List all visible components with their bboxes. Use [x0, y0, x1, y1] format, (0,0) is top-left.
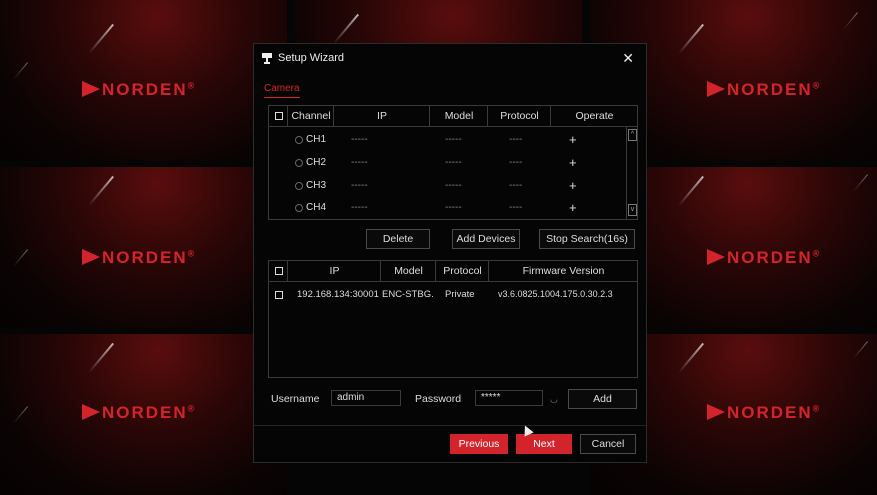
- channel-name: CH1: [306, 134, 327, 145]
- table-row[interactable]: 192.168.134:30001 ENC-STBG. Private v3.6…: [269, 283, 637, 306]
- dialog-titlebar: Setup Wizard ✕: [254, 44, 646, 72]
- brand-triangle-icon: [707, 249, 725, 265]
- username-input[interactable]: [331, 390, 401, 406]
- cancel-button[interactable]: Cancel: [580, 434, 636, 454]
- password-label: Password: [415, 393, 462, 405]
- channel-table: Channel IP Model Protocol Operate CH1 --…: [268, 105, 638, 220]
- channel-ip: -----: [351, 157, 368, 168]
- stop-search-button[interactable]: Stop Search(16s): [539, 229, 635, 249]
- channel-model: -----: [445, 134, 462, 145]
- device-table-header: IP Model Protocol Firmware Version: [269, 261, 637, 282]
- add-channel-button[interactable]: +: [569, 128, 577, 151]
- channel-radio[interactable]: [295, 182, 303, 190]
- brand-triangle-icon: [707, 81, 725, 97]
- select-all-devices-checkbox[interactable]: [275, 267, 283, 275]
- device-firmware: v3.6.0825.1004.175.0.30.2.3: [498, 289, 613, 299]
- column-header: Model: [429, 106, 488, 126]
- scrollbar[interactable]: ^ v: [626, 126, 637, 219]
- channel-protocol: ----: [509, 180, 523, 191]
- table-row[interactable]: CH3 ----- ----- ---- +: [269, 174, 625, 197]
- brand-triangle-icon: [707, 404, 725, 420]
- add-channel-button[interactable]: +: [569, 151, 577, 174]
- channel-protocol: ----: [509, 134, 523, 145]
- column-header: Model: [380, 261, 436, 281]
- add-button[interactable]: Add: [568, 389, 637, 409]
- channel-model: -----: [445, 202, 462, 213]
- add-devices-button[interactable]: Add Devices: [452, 229, 520, 249]
- brand-logo: NORDEN®: [707, 403, 821, 423]
- channel-radio[interactable]: [295, 204, 303, 212]
- column-header: IP: [333, 106, 430, 126]
- brand-triangle-icon: [82, 404, 100, 420]
- brand-logo: NORDEN®: [82, 248, 196, 268]
- add-channel-button[interactable]: +: [569, 174, 577, 197]
- channel-name: CH3: [306, 180, 327, 191]
- delete-button[interactable]: Delete: [366, 229, 430, 249]
- table-row[interactable]: CH1 ----- ----- ---- +: [269, 128, 625, 151]
- select-all-channels-checkbox[interactable]: [275, 112, 283, 120]
- channel-model: -----: [445, 157, 462, 168]
- column-header: Protocol: [487, 106, 551, 126]
- device-checkbox[interactable]: [275, 291, 283, 299]
- column-header: Operate: [550, 106, 638, 126]
- channel-table-header: Channel IP Model Protocol Operate: [269, 106, 637, 127]
- setup-wizard-dialog: Setup Wizard ✕ Camera Channel IP Model P…: [253, 43, 647, 463]
- add-channel-button[interactable]: +: [569, 196, 577, 219]
- scroll-up-icon[interactable]: ^: [628, 129, 637, 141]
- device-table: IP Model Protocol Firmware Version 192.1…: [268, 260, 638, 378]
- next-button[interactable]: Next: [516, 434, 572, 454]
- channel-ip: -----: [351, 134, 368, 145]
- dialog-title: Setup Wizard: [278, 52, 345, 64]
- column-header: Firmware Version: [488, 261, 638, 281]
- device-ip: 192.168.134:30001: [297, 289, 379, 300]
- channel-protocol: ----: [509, 157, 523, 168]
- brand-logo: NORDEN®: [82, 80, 196, 100]
- device-model: ENC-STBG.: [382, 289, 434, 300]
- username-label: Username: [271, 393, 320, 405]
- device-protocol: Private: [445, 289, 475, 300]
- show-password-icon[interactable]: ◡: [550, 394, 558, 405]
- tab-camera[interactable]: Camera: [264, 83, 300, 98]
- channel-radio[interactable]: [295, 159, 303, 167]
- column-header: Protocol: [435, 261, 489, 281]
- column-header: IP: [287, 261, 381, 281]
- previous-button[interactable]: Previous: [450, 434, 508, 454]
- brand-logo: NORDEN®: [82, 403, 196, 423]
- table-row[interactable]: CH4 ----- ----- ---- +: [269, 196, 625, 219]
- channel-protocol: ----: [509, 202, 523, 213]
- brand-logo: NORDEN®: [707, 248, 821, 268]
- table-row[interactable]: CH2 ----- ----- ---- +: [269, 151, 625, 174]
- scroll-down-icon[interactable]: v: [628, 204, 637, 216]
- channel-name: CH4: [306, 202, 327, 213]
- divider: [254, 425, 646, 426]
- column-header: Channel: [287, 106, 334, 126]
- close-icon[interactable]: ✕: [622, 50, 634, 67]
- brand-triangle-icon: [82, 81, 100, 97]
- password-input[interactable]: [475, 390, 543, 406]
- channel-model: -----: [445, 180, 462, 191]
- channel-ip: -----: [351, 202, 368, 213]
- brand-triangle-icon: [82, 249, 100, 265]
- channel-ip: -----: [351, 180, 368, 191]
- channel-radio[interactable]: [295, 136, 303, 144]
- channel-name: CH2: [306, 157, 327, 168]
- brand-logo: NORDEN®: [707, 80, 821, 100]
- camera-icon: [262, 53, 272, 64]
